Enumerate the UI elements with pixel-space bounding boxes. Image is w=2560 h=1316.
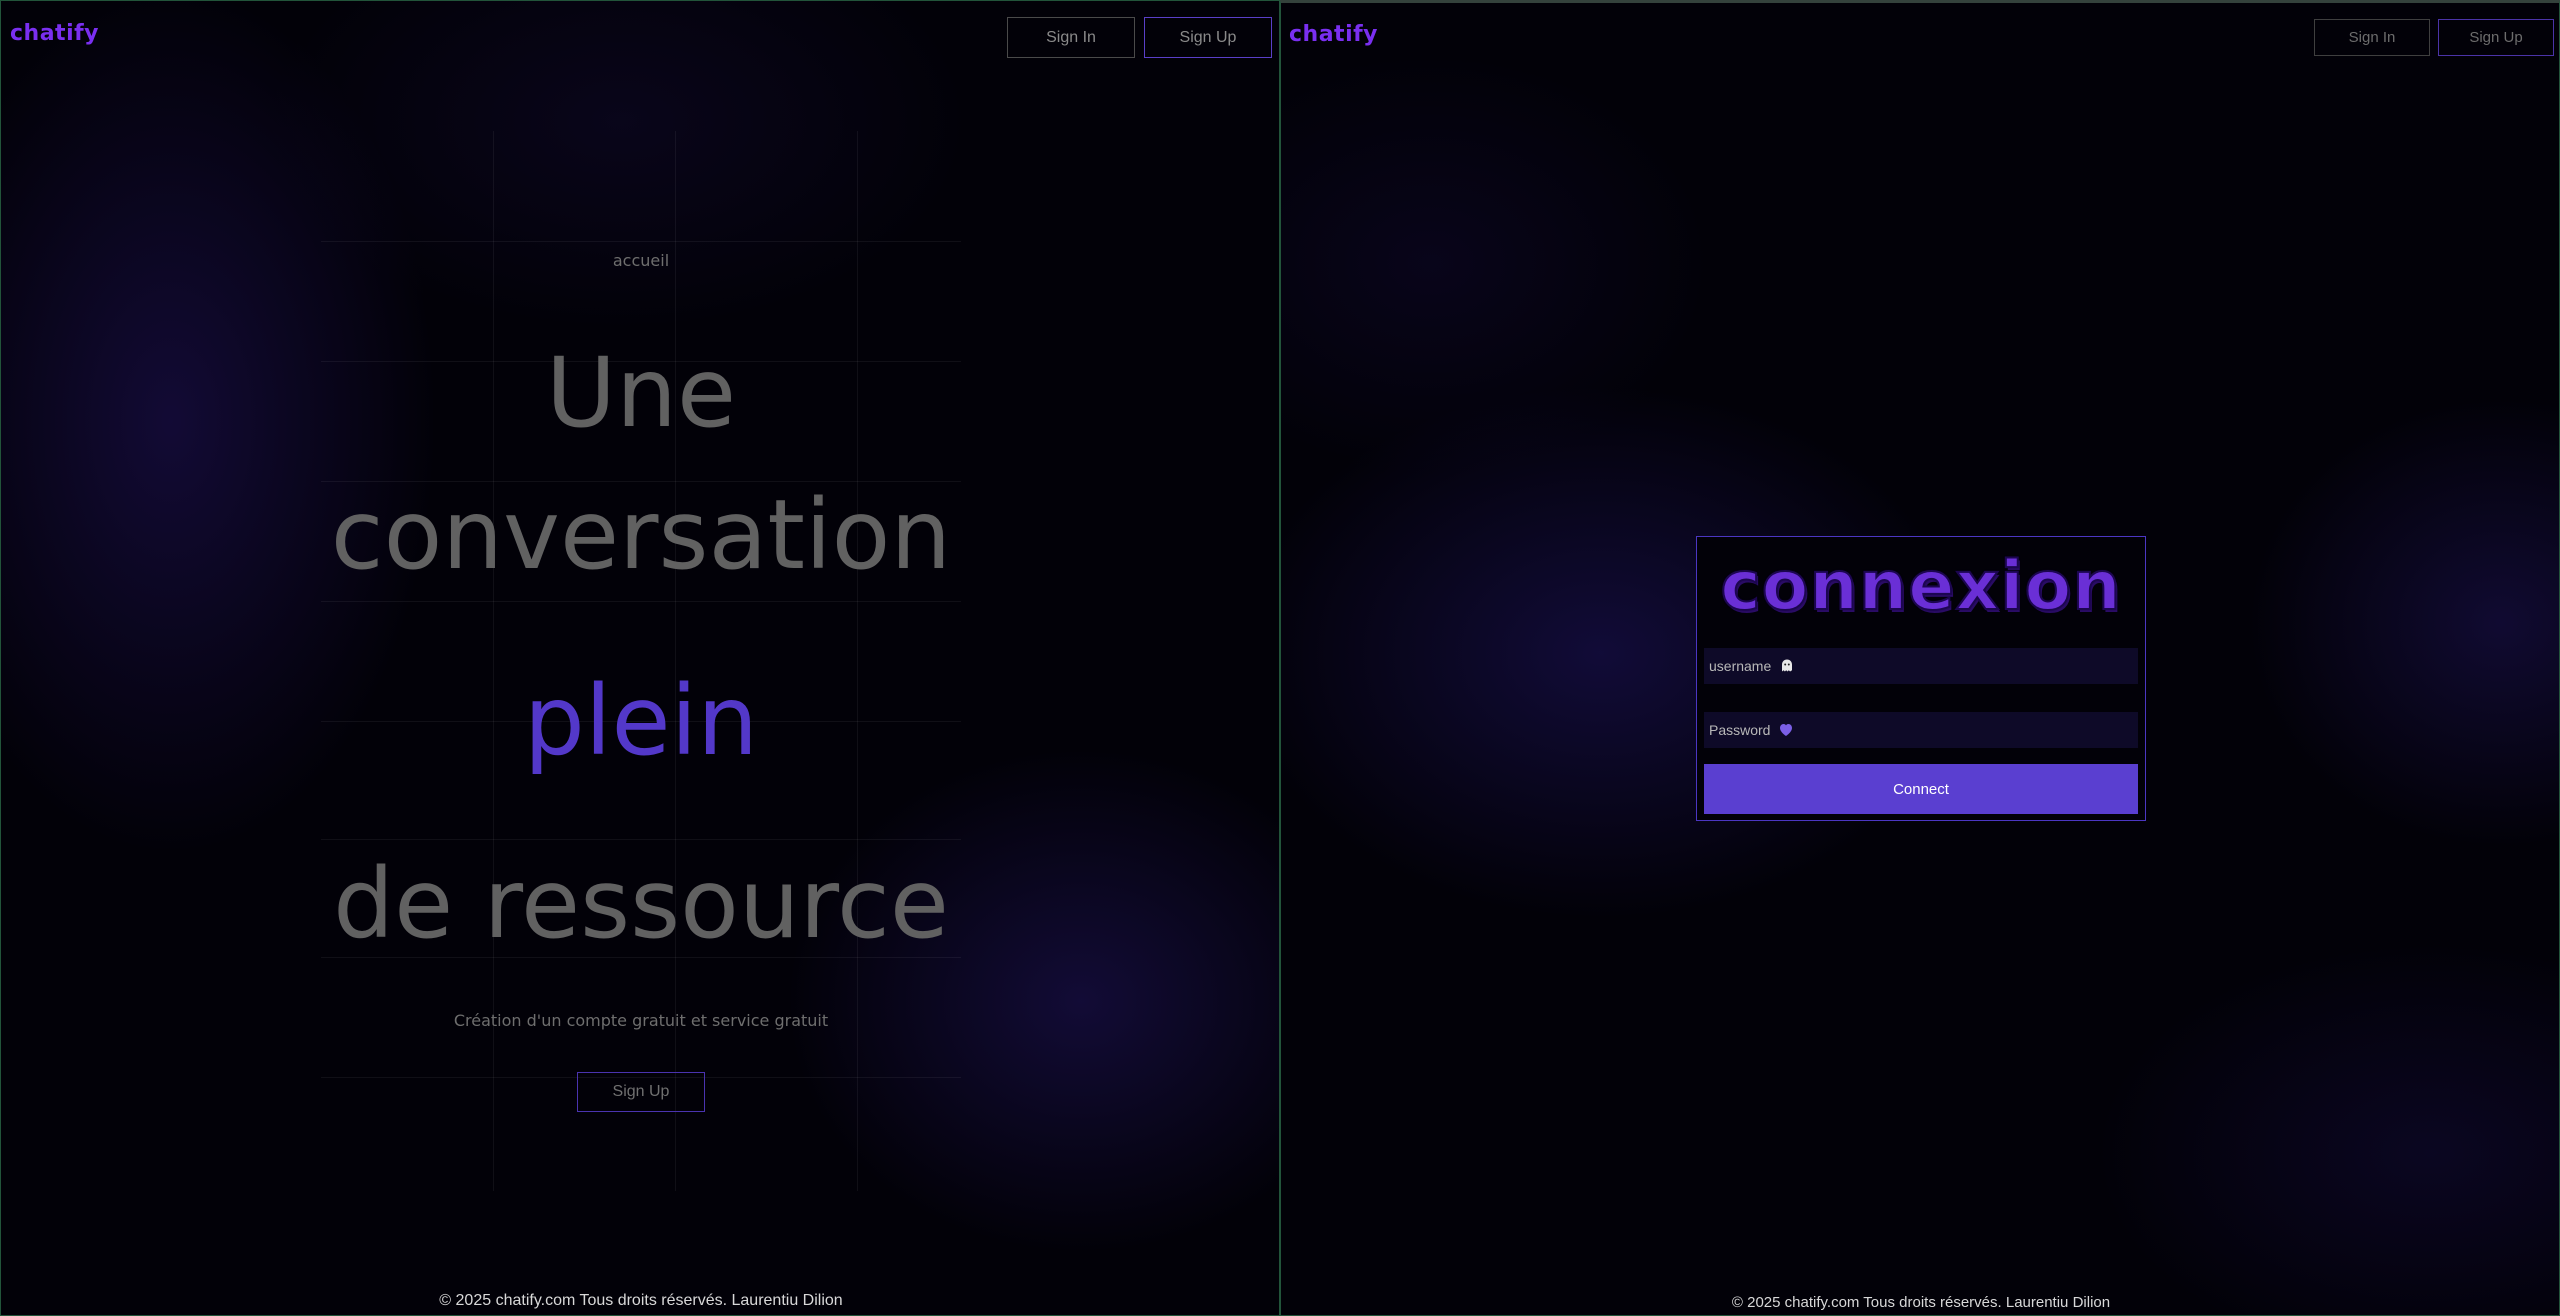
password-input[interactable]: Password: [1704, 712, 2138, 748]
sign-up-button[interactable]: Sign Up: [1144, 17, 1272, 58]
ghost-icon: [1779, 658, 1795, 674]
footer-text: © 2025 chatify.com Tous droits réservés.…: [439, 1292, 843, 1309]
grid-line: [321, 601, 961, 602]
sign-up-button[interactable]: Sign Up: [2438, 19, 2554, 56]
heart-icon: [1778, 722, 1794, 738]
brand-logo[interactable]: chatify: [1289, 22, 1378, 47]
login-card: connexion username Password Connect: [1696, 536, 2146, 821]
grid-line: [675, 131, 676, 1191]
hero-sign-up-button[interactable]: Sign Up: [577, 1072, 705, 1112]
grid-line: [857, 131, 858, 1191]
footer-text: © 2025 chatify.com Tous droits réservés.…: [1731, 1294, 2111, 1311]
hero-line-3: plein: [523, 665, 759, 777]
sign-in-button[interactable]: Sign In: [1007, 17, 1135, 58]
grid-line: [493, 131, 494, 1191]
grid-line: [321, 839, 961, 840]
connect-button[interactable]: Connect: [1704, 764, 2138, 814]
sign-in-button[interactable]: Sign In: [2314, 19, 2430, 56]
hero-eyebrow: accueil: [612, 251, 670, 270]
hero-line-2: conversation: [330, 479, 952, 591]
hero-line-1: Une: [545, 337, 737, 449]
screen: chatify Sign In Sign Up accueil Une conv…: [0, 0, 2560, 1316]
username-input[interactable]: username: [1704, 648, 2138, 684]
username-placeholder: username: [1709, 658, 1772, 674]
landing-pane: chatify Sign In Sign Up accueil Une conv…: [0, 0, 1280, 1316]
brand-logo[interactable]: chatify: [10, 21, 99, 46]
hero-subtitle: Création d'un compte gratuit et service …: [453, 1011, 829, 1030]
hero-line-4: de ressource: [333, 848, 949, 960]
grid-line: [321, 241, 961, 242]
login-title: connexion: [1719, 546, 2122, 627]
hero-grid: [321, 121, 961, 1191]
login-pane: chatify Sign In Sign Up connexion userna…: [1280, 0, 2560, 1316]
password-placeholder: Password: [1709, 722, 1771, 738]
